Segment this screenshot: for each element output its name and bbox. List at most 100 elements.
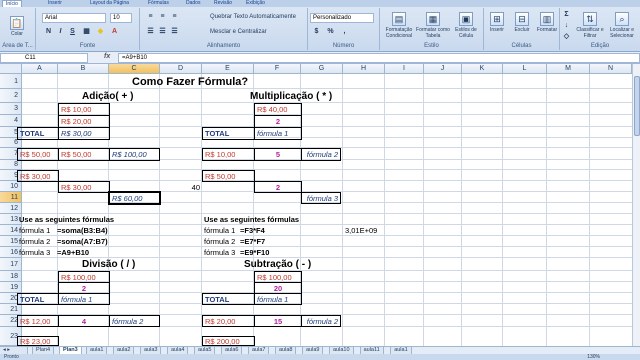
column-header[interactable]: B — [58, 64, 109, 74]
cell-e22[interactable]: R$ 20,00 — [202, 315, 255, 327]
align-top-icon[interactable]: ≡ — [146, 12, 155, 21]
font-size-select[interactable]: 10 — [110, 13, 132, 23]
row-header[interactable]: 21 — [0, 304, 22, 315]
heading-adicao[interactable]: Adição( + ) — [80, 89, 135, 103]
merge-center-button[interactable]: Mesclar e Centralizar — [210, 28, 267, 36]
font-color-icon[interactable]: A — [110, 27, 119, 36]
cell-a16[interactable]: fórmula 3 — [17, 247, 52, 258]
cell-e23[interactable]: R$ 200,00 — [202, 336, 255, 346]
find-select-button[interactable]: ⌕ Localizar e Selecionar — [606, 12, 638, 39]
column-header[interactable]: E — [202, 64, 254, 74]
clear-icon[interactable]: ◇ — [562, 32, 571, 41]
cell-e16[interactable]: fórmula 3 — [202, 247, 237, 258]
cell-e13[interactable]: Use as seguintes fórmulas — [202, 214, 301, 225]
conditional-format-button[interactable]: ▤ Formatação Condicional — [382, 12, 416, 39]
column-header[interactable]: N — [590, 64, 632, 74]
column-header[interactable]: A — [22, 64, 58, 74]
tab-inserir[interactable]: Inserir — [48, 0, 62, 7]
select-all-corner[interactable] — [0, 64, 22, 74]
cell-c7[interactable]: R$ 100,00 — [109, 148, 160, 161]
column-header[interactable]: L — [503, 64, 547, 74]
cell-e20[interactable]: TOTAL — [202, 293, 255, 305]
align-middle-icon[interactable]: ≡ — [158, 12, 167, 21]
cell-a14[interactable]: fórmula 1 — [17, 225, 52, 236]
align-right-icon[interactable]: ☰ — [170, 27, 179, 36]
cell-e14[interactable]: fórmula 1 — [202, 225, 237, 236]
cell-b7[interactable]: R$ 50,00 — [58, 148, 110, 161]
format-table-button[interactable]: ▦ Formatar como Tabela — [416, 12, 450, 39]
fill-color-icon[interactable]: ◆ — [96, 27, 105, 36]
align-left-icon[interactable]: ☰ — [146, 27, 155, 36]
cell-e9[interactable]: R$ 50,00 — [202, 170, 255, 182]
tab-formulas[interactable]: Fórmulas — [148, 0, 169, 7]
column-header[interactable]: C — [109, 64, 160, 74]
cell-c11-selected[interactable]: R$ 60,00 — [108, 191, 161, 205]
wrap-text-button[interactable]: Quebrar Texto Automaticamente — [210, 13, 296, 21]
cell-b16[interactable]: =A9+B10 — [55, 247, 91, 258]
column-header[interactable]: I — [385, 64, 424, 74]
heading-divisao[interactable]: Divisão ( / ) — [80, 258, 137, 271]
cell-b10[interactable]: R$ 30,00 — [58, 181, 110, 193]
formula-input[interactable]: =A9+B10 — [118, 53, 640, 63]
align-center-icon[interactable]: ☰ — [158, 27, 167, 36]
paste-button[interactable]: 📋 Colar — [4, 16, 30, 37]
thousands-icon[interactable]: , — [340, 27, 349, 36]
percent-button[interactable]: % — [326, 27, 335, 36]
heading-subtracao[interactable]: Subtração ( - ) — [242, 258, 313, 271]
row-header[interactable]: 17 — [0, 258, 22, 271]
tab-dados[interactable]: Dados — [186, 0, 200, 7]
column-header[interactable]: M — [547, 64, 590, 74]
cell-f16[interactable]: =E9*F10 — [238, 247, 271, 258]
borders-icon[interactable]: ▦ — [82, 27, 91, 36]
tab-exibicao[interactable]: Exibição — [246, 0, 265, 7]
cell-d10[interactable]: 40 — [160, 181, 202, 193]
row-header[interactable]: 2 — [0, 89, 22, 103]
cell-b14[interactable]: =soma(B3:B4) — [55, 225, 110, 236]
font-name-select[interactable]: Arial — [42, 13, 106, 23]
row-header[interactable]: 12 — [0, 203, 22, 214]
sort-filter-button[interactable]: ⇅ Classificar e Filtrar — [574, 12, 606, 39]
column-header[interactable]: K — [462, 64, 503, 74]
cell-e7[interactable]: R$ 10,00 — [202, 148, 255, 161]
cell-f7[interactable]: 5 — [254, 148, 302, 161]
cell-f10[interactable]: 2 — [254, 181, 302, 193]
column-header[interactable]: F — [254, 64, 301, 74]
row-header[interactable]: 18 — [0, 271, 22, 282]
row-header[interactable]: 19 — [0, 282, 22, 293]
vertical-scrollbar[interactable] — [632, 64, 640, 346]
insert-cells-button[interactable]: ⊞ Inserir — [484, 12, 510, 33]
cell-g7[interactable]: fórmula 2 — [301, 148, 341, 161]
cell-f20[interactable]: fórmula 1 — [254, 293, 302, 305]
cell-styles-button[interactable]: ▣ Estilos de Célula — [450, 12, 482, 39]
cell-a9[interactable]: R$ 30,00 — [17, 170, 59, 182]
cell-h14[interactable]: 3,01E+09 — [343, 225, 379, 236]
cell-b20[interactable]: fórmula 1 — [58, 293, 110, 305]
column-header[interactable]: D — [160, 64, 202, 74]
cell-a15[interactable]: fórmula 2 — [17, 236, 52, 247]
row-header[interactable]: 10 — [0, 181, 22, 192]
column-header[interactable]: J — [424, 64, 462, 74]
scroll-thumb[interactable] — [634, 76, 640, 136]
cell-e5[interactable]: TOTAL — [202, 127, 255, 140]
cell-g11[interactable]: fórmula 3 — [301, 192, 341, 204]
cell-b15[interactable]: =soma(A7:B7) — [55, 236, 110, 247]
bold-button[interactable]: N — [44, 27, 53, 36]
cell-b5[interactable]: R$ 30,00 — [58, 127, 110, 140]
zoom-level[interactable]: 130% — [587, 354, 600, 360]
cell-g22[interactable]: fórmula 2 — [301, 315, 341, 327]
row-header[interactable]: 8 — [0, 160, 22, 170]
fill-down-icon[interactable]: ↓ — [562, 21, 571, 30]
underline-button[interactable]: S — [68, 27, 77, 36]
fx-icon[interactable]: fx — [104, 53, 110, 60]
tab-inicio[interactable]: Início — [2, 0, 22, 7]
name-box[interactable]: C11 — [0, 53, 88, 63]
heading-multiplicacao[interactable]: Multiplicação ( * ) — [248, 89, 334, 103]
autosum-icon[interactable]: Σ — [562, 10, 571, 19]
tab-layout[interactable]: Layout da Página — [90, 0, 129, 7]
column-header[interactable]: H — [343, 64, 385, 74]
delete-cells-button[interactable]: ⊟ Excluir — [509, 12, 535, 33]
cell-f22[interactable]: 15 — [254, 315, 302, 327]
row-header[interactable]: 11 — [0, 192, 22, 203]
cell-f5[interactable]: fórmula 1 — [254, 127, 302, 140]
cell-a23[interactable]: R$ 23,00 — [17, 336, 59, 346]
